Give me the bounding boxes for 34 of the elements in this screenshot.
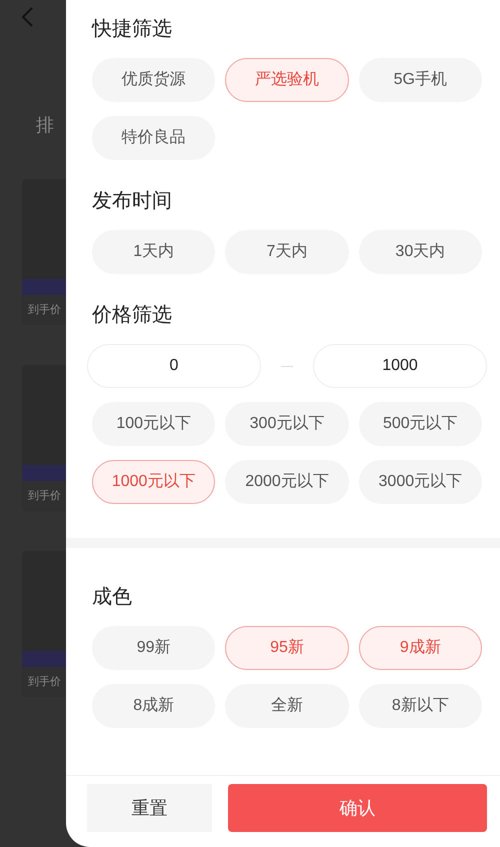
sort-label: 排 xyxy=(36,115,54,135)
price-label: 到手价 xyxy=(28,302,61,318)
product-tag xyxy=(22,651,66,667)
filter-chip[interactable]: 95新 xyxy=(225,626,349,670)
price-label: 到手价 xyxy=(28,488,61,504)
filter-chip[interactable]: 8成新 xyxy=(92,684,216,728)
filter-chip[interactable]: 7天内 xyxy=(225,230,349,274)
min-price-field[interactable]: 0 xyxy=(87,344,261,388)
filter-chip[interactable]: 全新 xyxy=(225,684,349,728)
filter-chip[interactable]: 8新以下 xyxy=(358,684,482,728)
filter-chip[interactable]: 500元以下 xyxy=(358,402,482,446)
filter-chip[interactable]: 30天内 xyxy=(358,230,482,274)
product-tag xyxy=(22,279,66,295)
section-title: 发布时间 xyxy=(92,189,173,214)
filter-chip[interactable]: 特价良品 xyxy=(92,116,216,160)
section-title: 价格筛选 xyxy=(92,303,173,328)
section-title: 成色 xyxy=(92,585,133,610)
price-label: 到手价 xyxy=(28,674,61,690)
filter-chip[interactable]: 1000元以下 xyxy=(92,460,216,504)
filter-chip[interactable]: 2000元以下 xyxy=(225,460,349,504)
section-title: 快捷筛选 xyxy=(92,17,173,42)
filter-chip[interactable]: 5G手机 xyxy=(358,58,482,102)
filter-chip[interactable]: 300元以下 xyxy=(225,402,349,446)
reset-button[interactable]: 重置 xyxy=(87,784,212,832)
filter-chip[interactable]: 99新 xyxy=(92,626,216,670)
filter-chip[interactable]: 优质货源 xyxy=(92,58,216,102)
max-price-field[interactable]: 1000 xyxy=(313,344,487,388)
filter-chip[interactable]: 100元以下 xyxy=(92,402,216,446)
product-tag xyxy=(22,465,66,481)
filter-chip[interactable]: 1天内 xyxy=(92,230,216,274)
filter-chip[interactable]: 严选验机 xyxy=(225,58,349,102)
filter-chip[interactable]: 9成新 xyxy=(358,626,482,670)
filter-chip[interactable]: 3000元以下 xyxy=(358,460,482,504)
back-icon[interactable] xyxy=(20,6,34,28)
